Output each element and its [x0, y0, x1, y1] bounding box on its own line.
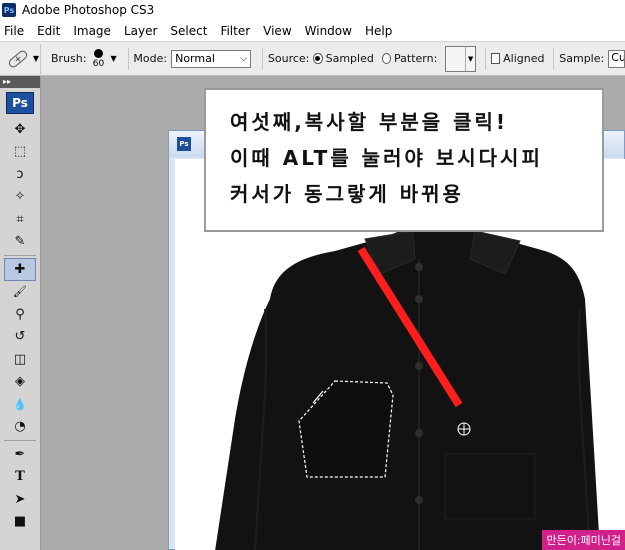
mode-value: Normal: [175, 52, 215, 65]
sample-label: Sample:: [559, 52, 605, 65]
brush-dot-icon: [93, 48, 103, 58]
toolbox-collapse-icon[interactable]: ▸▸: [0, 76, 40, 88]
brush-icon[interactable]: 🖌: [0, 281, 40, 304]
brush-label: Brush:: [51, 52, 87, 65]
menu-file[interactable]: File: [4, 22, 24, 40]
paint-bucket-icon[interactable]: ◈: [0, 371, 40, 394]
shape-icon[interactable]: ■: [0, 511, 40, 534]
divider: [485, 47, 486, 70]
divider: [4, 440, 36, 441]
sample-value: Cu: [611, 50, 625, 64]
lasso-icon[interactable]: ↄ: [0, 163, 40, 186]
brush-dropdown-icon[interactable]: ▼: [110, 54, 116, 63]
callout-line-3: 커서가 동그랗게 바뀌용: [230, 182, 464, 206]
options-bar: ▼ Brush: 60 ▼ Mode: Normal ⌵ Source: Sam…: [0, 42, 625, 76]
author-watermark: 만든이:페미닌걸: [542, 530, 625, 550]
instruction-callout: 여섯째,복사할 부분을 클릭! 이때 ALT를 눌러야 보시다시피 커서가 동그…: [204, 88, 604, 232]
healing-brush-icon[interactable]: ✚: [4, 258, 36, 281]
aligned-checkbox[interactable]: [490, 53, 501, 64]
chevron-down-icon: ▼: [465, 46, 475, 71]
menu-help[interactable]: Help: [365, 22, 392, 40]
photoshop-badge[interactable]: Ps: [6, 92, 34, 114]
dodge-icon[interactable]: ◔: [0, 416, 40, 439]
document-icon: Ps: [177, 137, 191, 151]
callout-line-1: 여섯째,복사할 부분을 클릭!: [230, 110, 509, 134]
pattern-picker[interactable]: ▼: [445, 45, 477, 72]
clone-stamp-icon[interactable]: ⚲: [0, 303, 40, 326]
path-selection-icon[interactable]: ➤: [0, 488, 40, 511]
aligned-label: Aligned: [503, 52, 545, 65]
menu-window[interactable]: Window: [305, 22, 352, 40]
marquee-icon[interactable]: ⬚: [0, 141, 40, 164]
menu-select[interactable]: Select: [170, 22, 207, 40]
source-pattern-radio[interactable]: [381, 53, 392, 64]
source-pattern-label: Pattern:: [394, 52, 438, 65]
callout-line-2: 이때 ALT를 눌러야 보시다시피: [230, 146, 543, 170]
photoshop-logo-icon: Ps: [2, 3, 16, 17]
brush-picker[interactable]: 60: [90, 48, 106, 69]
menu-view[interactable]: View: [263, 22, 291, 40]
chevron-down-icon: ▼: [32, 54, 40, 63]
history-brush-icon[interactable]: ↺: [0, 326, 40, 349]
menu-layer[interactable]: Layer: [124, 22, 157, 40]
magic-wand-icon[interactable]: ✧: [0, 186, 40, 209]
window-title: Adobe Photoshop CS3: [22, 3, 155, 17]
source-label: Source:: [267, 52, 310, 65]
menu-edit[interactable]: Edit: [37, 22, 60, 40]
menu-bar: File Edit Image Layer Select Filter View…: [0, 20, 625, 42]
divider: [127, 47, 129, 70]
slice-icon[interactable]: ✎: [0, 231, 40, 254]
source-sampled-radio[interactable]: [313, 53, 323, 64]
menu-image[interactable]: Image: [73, 22, 111, 40]
move-icon[interactable]: ✥: [0, 118, 40, 141]
blur-icon[interactable]: 💧: [0, 393, 40, 416]
eraser-icon[interactable]: ◫: [0, 348, 40, 371]
tool-preset-picker[interactable]: ▼: [4, 43, 41, 74]
sample-select[interactable]: Cu: [608, 49, 625, 68]
healing-brush-icon: [8, 50, 28, 67]
divider: [553, 47, 555, 70]
divider: [262, 47, 263, 70]
type-icon[interactable]: T: [0, 466, 40, 489]
mode-label: Mode:: [133, 52, 168, 65]
title-bar: Ps Adobe Photoshop CS3: [0, 0, 625, 20]
crop-icon[interactable]: ⌗: [0, 208, 40, 231]
source-sampled-label: Sampled: [325, 52, 374, 65]
toolbox: ▸▸ Ps ✥ ⬚ ↄ ✧ ⌗ ✎ ✚ 🖌 ⚲ ↺ ◫ ◈ 💧 ◔ ✒ T ➤ …: [0, 76, 41, 550]
divider: [4, 255, 36, 256]
chevron-down-icon: ⌵: [240, 53, 248, 64]
pen-icon[interactable]: ✒: [0, 443, 40, 466]
mode-select[interactable]: Normal ⌵: [171, 49, 252, 68]
menu-filter[interactable]: Filter: [220, 22, 250, 40]
brush-size: 60: [92, 58, 105, 69]
